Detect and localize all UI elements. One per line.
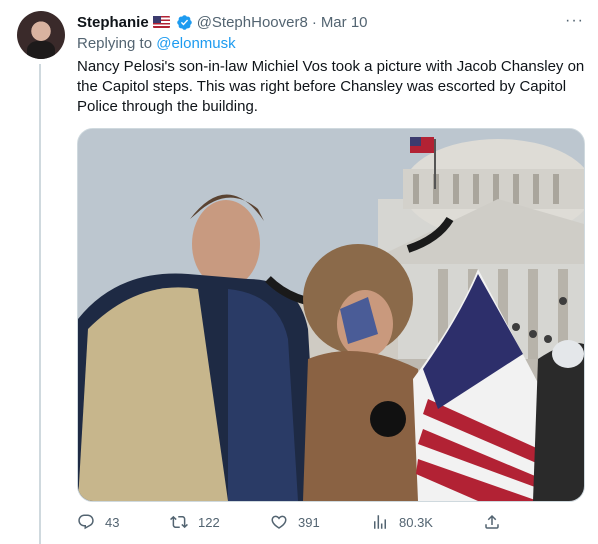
thread-line [39, 64, 41, 544]
replying-to: Replying to @elonmusk [77, 35, 236, 52]
views-chart-icon [374, 515, 386, 529]
reply-count: 43 [105, 514, 120, 530]
retweet-button[interactable]: 122 [170, 513, 220, 531]
like-button[interactable]: 391 [270, 513, 320, 531]
replying-to-label: Replying to [77, 35, 157, 52]
us-flag-emoji-icon [152, 16, 170, 28]
tweet-header: Stephanie @StephHoover8 · Mar 10 ··· [77, 12, 584, 32]
author-name[interactable]: Stephanie [77, 14, 149, 31]
tweet-photo[interactable] [77, 128, 585, 502]
replying-to-link[interactable]: @elonmusk [156, 35, 235, 52]
reply-button[interactable]: 43 [77, 513, 119, 531]
reply-icon [78, 514, 94, 530]
tweet-date[interactable]: Mar 10 [321, 14, 368, 31]
tweet-text: Nancy Pelosi's son-in-law Michiel Vos to… [77, 58, 585, 115]
view-count: 80.3K [399, 514, 433, 530]
capitol-photo-illustration [78, 129, 584, 501]
share-button[interactable] [483, 513, 511, 531]
avatar[interactable] [17, 11, 65, 59]
separator-dot: · [311, 13, 317, 31]
more-options-icon[interactable]: ··· [565, 12, 584, 30]
retweet-count: 122 [198, 514, 220, 530]
retweet-icon [170, 515, 188, 529]
author-handle[interactable]: @StephHoover8 [197, 14, 308, 31]
like-count: 391 [298, 514, 320, 530]
heart-icon [271, 515, 287, 529]
views-button[interactable]: 80.3K [371, 513, 433, 531]
share-icon [485, 514, 499, 529]
verified-badge-icon [176, 14, 192, 30]
action-bar: 43 122 391 80.3K [77, 510, 499, 534]
